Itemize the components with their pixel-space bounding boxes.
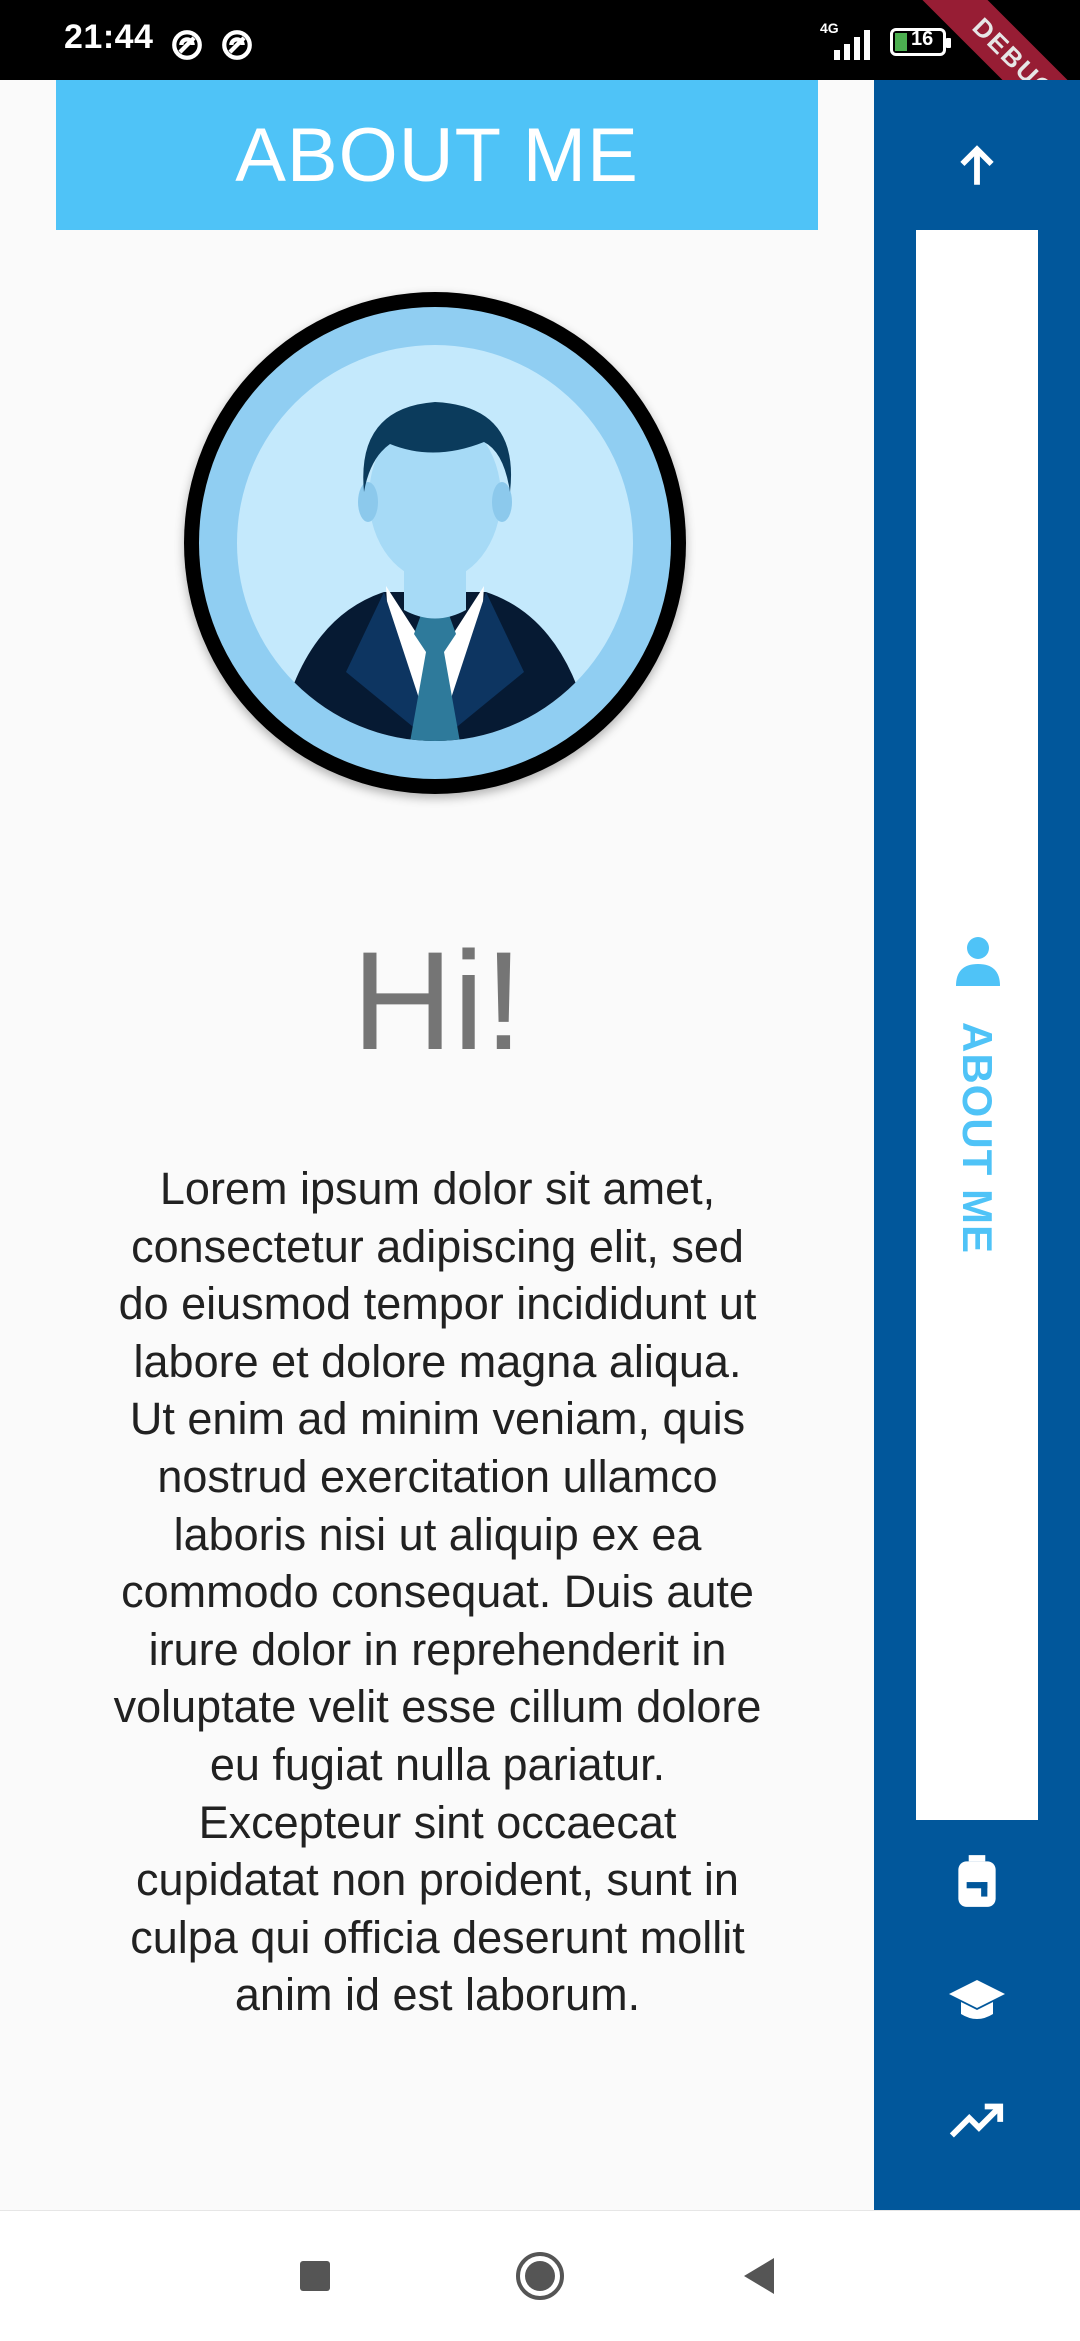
page-title: ABOUT ME xyxy=(235,112,639,198)
recents-icon[interactable] xyxy=(285,2246,345,2306)
backpack-icon xyxy=(958,1855,996,1907)
status-bar: 21:44 4G 16 DEBUG xyxy=(0,0,1080,168)
back-icon[interactable] xyxy=(730,2246,790,2306)
avatar xyxy=(184,292,686,794)
graduation-cap-icon xyxy=(949,1980,1005,2019)
sidebar-item-education[interactable] xyxy=(917,1950,1037,2050)
signal-icon xyxy=(834,30,870,60)
sidebar-item-label: ABOUT ME xyxy=(954,1022,1001,1254)
person-avatar-icon xyxy=(199,307,671,779)
notification-icon xyxy=(172,30,202,60)
greeting: Hi! xyxy=(351,922,524,1079)
page-title-banner: ABOUT ME xyxy=(56,80,818,230)
trending-up-icon xyxy=(949,2103,1004,2138)
home-icon[interactable] xyxy=(510,2246,570,2306)
battery-level: 16 xyxy=(911,28,934,50)
sidebar-item-about-me[interactable]: ABOUT ME xyxy=(916,230,1038,1820)
person-icon xyxy=(956,937,1000,986)
battery-icon: 16 xyxy=(890,28,951,56)
notification-icon xyxy=(222,30,252,60)
status-time: 21:44 xyxy=(64,18,154,56)
system-nav-bar xyxy=(0,2210,1080,2341)
arrow-up-icon xyxy=(960,145,994,185)
sidebar-item-experience[interactable] xyxy=(917,1830,1037,1930)
scroll-top-button[interactable] xyxy=(917,116,1037,216)
sidebar-nav: ABOUT ME xyxy=(874,80,1080,2210)
sidebar-item-skills[interactable] xyxy=(917,2070,1037,2170)
bio-text: Lorem ipsum dolor sit amet, consectetur … xyxy=(113,1163,762,2021)
